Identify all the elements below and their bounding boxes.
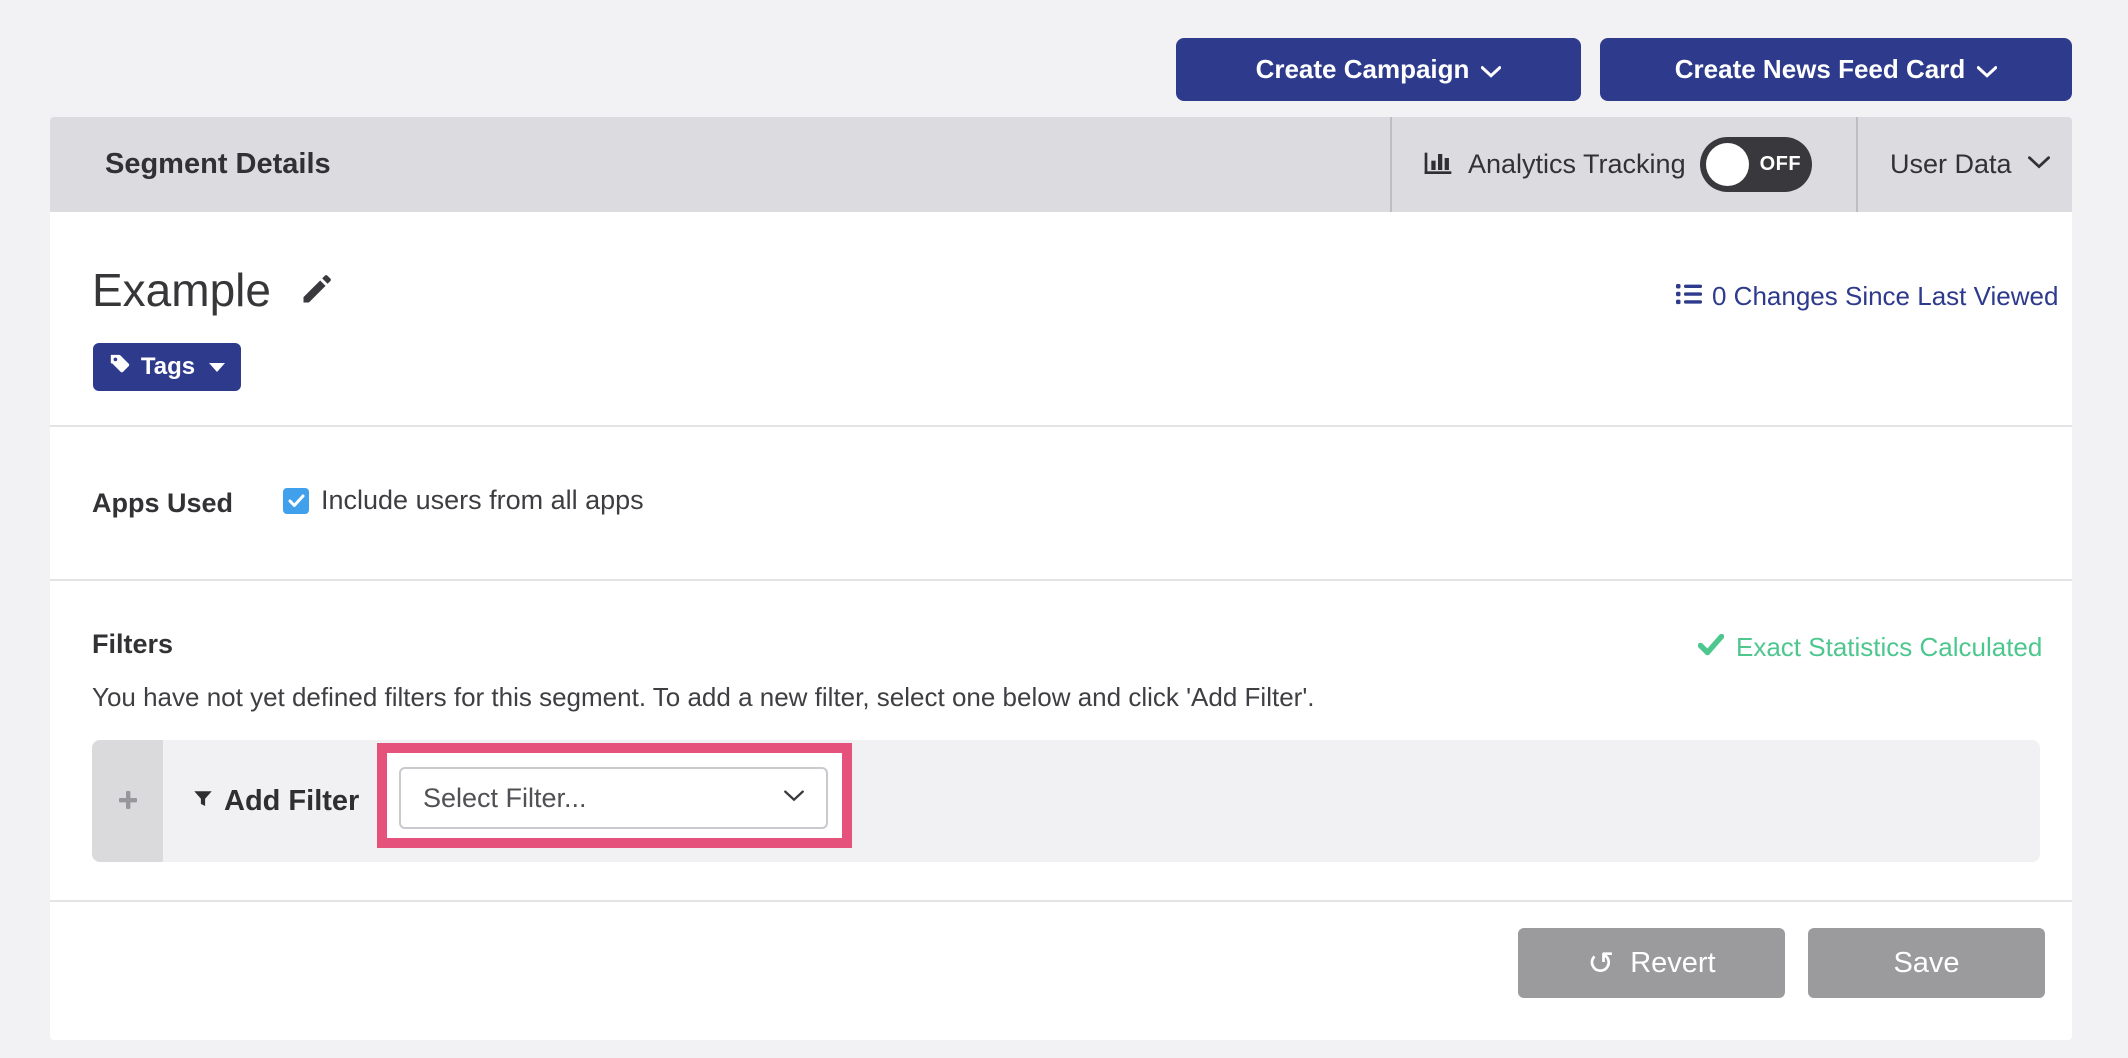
segment-details-card: Segment Details Analytics Tracking OFF [50, 117, 2072, 1040]
analytics-tracking-group: Analytics Tracking OFF [1422, 117, 1812, 212]
header-divider [1856, 117, 1858, 212]
include-all-apps-label: Include users from all apps [321, 485, 644, 516]
chevron-down-icon [2028, 156, 2050, 174]
save-label: Save [1893, 947, 1959, 980]
toggle-state-label: OFF [1760, 137, 1802, 192]
section-divider [50, 425, 2072, 427]
chevron-down-icon [1977, 54, 1997, 85]
tag-icon [109, 353, 131, 382]
create-news-feed-card-label: Create News Feed Card [1675, 54, 1965, 85]
select-filter-dropdown[interactable]: Select Filter... [399, 767, 828, 829]
edit-name-button[interactable] [299, 271, 335, 310]
create-news-feed-card-button[interactable]: Create News Feed Card [1600, 38, 2072, 101]
caret-down-icon [209, 363, 225, 372]
plus-icon [116, 788, 140, 815]
tags-label: Tags [141, 353, 195, 381]
changes-link-label: 0 Changes Since Last Viewed [1712, 281, 2058, 312]
list-icon [1676, 281, 1702, 312]
pencil-icon [299, 271, 335, 310]
check-icon [1698, 632, 1724, 663]
revert-label: Revert [1630, 947, 1715, 980]
select-filter-placeholder: Select Filter... [423, 783, 587, 814]
save-button[interactable]: Save [1808, 928, 2045, 998]
chevron-down-icon [784, 789, 804, 807]
segment-name-row: Example [92, 263, 335, 317]
apps-used-label: Apps Used [92, 488, 233, 519]
bar-chart-icon [1422, 146, 1454, 183]
create-campaign-label: Create Campaign [1256, 54, 1470, 85]
tags-button[interactable]: Tags [93, 343, 241, 391]
section-divider [50, 900, 2072, 902]
chevron-down-icon [1481, 54, 1501, 85]
apps-used-checkbox-row: Include users from all apps [283, 485, 644, 516]
add-filter-plus-button[interactable] [92, 740, 163, 862]
toggle-knob [1706, 143, 1749, 186]
segment-details-page: Create Campaign Create News Feed Card Se… [0, 0, 2128, 1058]
card-header: Segment Details Analytics Tracking OFF [50, 117, 2072, 212]
user-data-dropdown[interactable]: User Data [1890, 117, 2050, 212]
filter-funnel-icon [192, 785, 214, 818]
section-divider [50, 579, 2072, 581]
user-data-label: User Data [1890, 149, 2012, 180]
add-filter-label: Add Filter [224, 785, 359, 818]
header-divider [1390, 117, 1392, 212]
changes-since-last-viewed-link[interactable]: 0 Changes Since Last Viewed [1676, 281, 2058, 312]
page-title: Segment Details [105, 117, 331, 212]
exact-statistics-label: Exact Statistics Calculated [1736, 632, 2042, 663]
exact-statistics-status: Exact Statistics Calculated [1698, 632, 2042, 663]
include-all-apps-checkbox[interactable] [283, 488, 309, 514]
revert-icon: ↺ [1587, 947, 1614, 979]
analytics-tracking-label: Analytics Tracking [1468, 149, 1686, 180]
filters-empty-text: You have not yet defined filters for thi… [92, 682, 1315, 713]
analytics-tracking-toggle[interactable]: OFF [1700, 137, 1812, 192]
revert-button[interactable]: ↺ Revert [1518, 928, 1785, 998]
add-filter-button[interactable]: Add Filter [192, 740, 359, 862]
segment-name: Example [92, 263, 271, 317]
filters-title: Filters [92, 629, 173, 660]
create-campaign-button[interactable]: Create Campaign [1176, 38, 1581, 101]
